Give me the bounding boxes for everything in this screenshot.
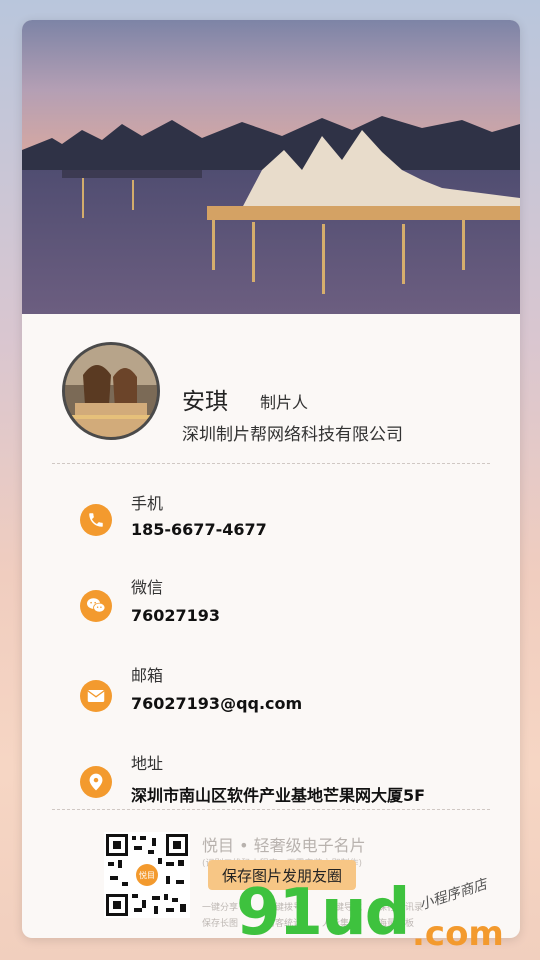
contact-value[interactable]: 76027193 bbox=[131, 606, 220, 625]
contact-label: 微信 bbox=[131, 578, 164, 597]
contact-label: 邮箱 bbox=[131, 666, 164, 685]
brand-title: 悦目 • 轻奢级电子名片 bbox=[202, 836, 366, 855]
business-card: 安琪 制片人 深圳制片帮网络科技有限公司 手机 185-6677-4677 微信… bbox=[22, 20, 520, 938]
qr-code[interactable]: 悦目 bbox=[104, 832, 190, 918]
qr-badge-label: 悦目 bbox=[139, 871, 155, 880]
wechat-icon bbox=[80, 590, 112, 622]
feature-share: 一键分享 bbox=[202, 903, 239, 913]
contact-label: 地址 bbox=[131, 754, 164, 773]
location-icon bbox=[80, 766, 112, 798]
watermark-logo: 91ud bbox=[236, 876, 410, 950]
contact-value[interactable]: 76027193@qq.com bbox=[131, 694, 302, 713]
profile-company: 深圳制片帮网络科技有限公司 bbox=[182, 425, 403, 445]
feature-long-image: 保存长图 bbox=[202, 919, 239, 929]
mail-icon bbox=[80, 680, 112, 712]
watermark-suffix: .com bbox=[412, 914, 504, 954]
hero-photo bbox=[22, 20, 520, 314]
avatar[interactable] bbox=[62, 342, 160, 440]
divider bbox=[52, 809, 490, 810]
contact-label: 手机 bbox=[131, 494, 164, 513]
contact-value[interactable]: 185-6677-4677 bbox=[131, 520, 267, 539]
profile-section: 安琪 制片人 深圳制片帮网络科技有限公司 bbox=[22, 342, 520, 462]
divider bbox=[52, 463, 490, 464]
contact-value[interactable]: 深圳市南山区软件产业基地芒果网大厦5F bbox=[131, 782, 425, 806]
profile-title: 制片人 bbox=[260, 393, 309, 412]
phone-icon bbox=[80, 504, 112, 536]
profile-name: 安琪 bbox=[182, 389, 228, 415]
